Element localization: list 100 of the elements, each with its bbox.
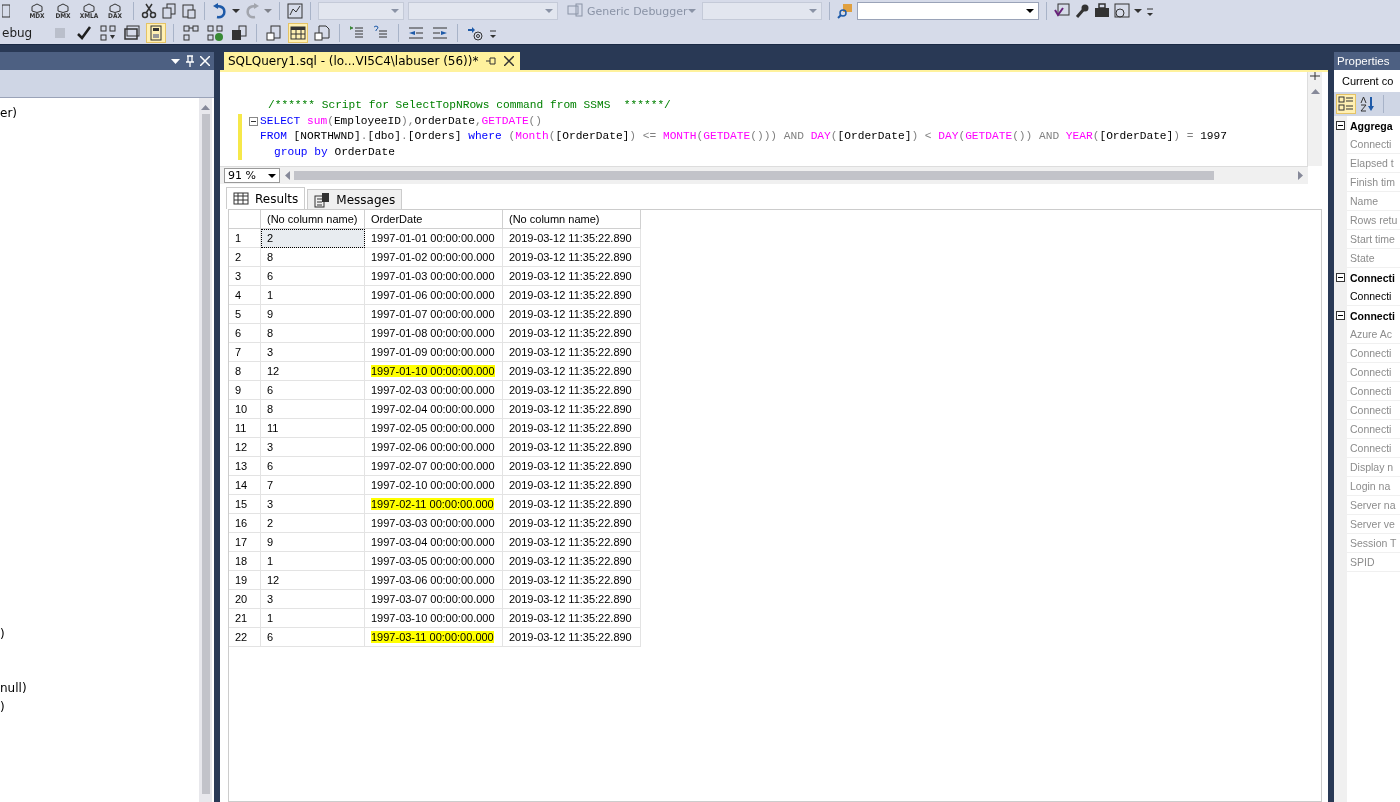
tree-item[interactable]: ) <box>0 697 199 716</box>
message-icon <box>314 191 331 208</box>
table-cell: 2019-03-12 11:35:22.890 <box>503 248 641 267</box>
table-cell: 2019-03-12 11:35:22.890 <box>503 628 641 647</box>
scroll-right-icon[interactable] <box>1298 171 1304 180</box>
table-cell: 2019-03-12 11:35:22.890 <box>503 533 641 552</box>
table-cell: 3 <box>261 495 365 514</box>
caret-icon[interactable] <box>1134 9 1142 13</box>
table-cell: 2019-03-12 11:35:22.890 <box>503 457 641 476</box>
zoom-dropdown[interactable]: 91 % <box>224 168 280 183</box>
table-cell: 1997-01-01 00:00:00.000 <box>365 229 503 248</box>
search-dropdown[interactable] <box>857 2 1039 20</box>
undo-icon <box>212 3 228 19</box>
row-number: 18 <box>229 552 261 571</box>
table-cell: 1 <box>261 286 365 305</box>
table-cell: 3 <box>261 343 365 362</box>
caret-icon[interactable] <box>232 9 240 13</box>
tree-item[interactable]: null) <box>0 679 199 698</box>
scroll-left-icon[interactable] <box>284 171 290 180</box>
table-cell: 1997-02-03 00:00:00.000 <box>365 381 503 400</box>
table-cell: 2019-03-12 11:35:22.890 <box>503 324 641 343</box>
column-header[interactable]: (No column name) <box>503 210 641 229</box>
table-cell: 2019-03-12 11:35:22.890 <box>503 609 641 628</box>
toolbar-button[interactable] <box>288 23 309 43</box>
row-number: 7 <box>229 343 261 362</box>
grid-icon <box>233 190 249 207</box>
table-cell: 1997-02-04 00:00:00.000 <box>365 400 503 419</box>
table-cell: 7 <box>261 476 365 495</box>
row-number: 9 <box>229 381 261 400</box>
row-number: 4 <box>229 286 261 305</box>
dropdown-icon[interactable] <box>171 58 180 64</box>
property-category[interactable]: Connecti <box>1347 309 1395 322</box>
column-header[interactable]: OrderDate <box>365 210 503 229</box>
table-cell: 2019-03-12 11:35:22.890 <box>503 400 641 419</box>
toolbox-icon <box>1094 3 1110 19</box>
pin-icon[interactable] <box>486 57 497 65</box>
table-cell: 1997-03-04 00:00:00.000 <box>365 533 503 552</box>
document-icon <box>2 3 10 19</box>
toolbar-button[interactable] <box>312 23 333 43</box>
debug-label: ebug <box>2 26 33 40</box>
row-number: 2 <box>229 248 261 267</box>
table-cell: 2019-03-12 11:35:22.890 <box>503 419 641 438</box>
table-cell: 2019-03-12 11:35:22.890 <box>503 571 641 590</box>
cube-icon <box>109 2 121 13</box>
property-name[interactable]: Connecti <box>1347 287 1400 306</box>
table-cell: 2019-03-12 11:35:22.890 <box>503 438 641 457</box>
table-cell: 2019-03-12 11:35:22.890 <box>503 286 641 305</box>
row-number: 17 <box>229 533 261 552</box>
search-folder-icon <box>837 3 853 19</box>
check-icon <box>76 25 93 41</box>
grid-icon <box>290 25 307 41</box>
row-number: 21 <box>229 609 261 628</box>
table-cell: 1997-03-03 00:00:00.000 <box>365 514 503 533</box>
table-cell: 8 <box>261 248 365 267</box>
tree-item[interactable]: er) <box>0 104 199 123</box>
scrollbar[interactable] <box>199 98 212 802</box>
server-icon <box>231 25 248 41</box>
categorized-button[interactable] <box>1336 94 1356 114</box>
cube-icon <box>31 2 43 13</box>
table-cell: 1997-01-07 00:00:00.000 <box>365 305 503 324</box>
row-number: 6 <box>229 324 261 343</box>
toolbar-button[interactable] <box>229 23 250 43</box>
table-cell: 1997-02-11 00:00:00.000 <box>365 495 503 514</box>
results-tab[interactable]: Messages <box>307 189 403 209</box>
row-number: 3 <box>229 267 261 286</box>
scroll-up-icon[interactable] <box>1310 88 1320 94</box>
table-cell: 3 <box>261 438 365 457</box>
scrollbar[interactable] <box>294 171 1214 180</box>
overflow-icon <box>1146 5 1154 17</box>
debugger-dropdown[interactable]: Generic Debugger <box>562 2 698 20</box>
toolbar-button[interactable] <box>146 23 167 43</box>
tree-item[interactable]: ) <box>0 624 199 643</box>
table-cell: 1997-01-09 00:00:00.000 <box>365 343 503 362</box>
table-cell: 2019-03-12 11:35:22.890 <box>503 381 641 400</box>
table-cell: 2019-03-12 11:35:22.890 <box>503 362 641 381</box>
property-category[interactable]: Aggrega <box>1347 119 1393 132</box>
property-category[interactable]: Connecti <box>1347 271 1395 284</box>
toolbar-button[interactable] <box>122 23 143 43</box>
table-cell: 1997-01-06 00:00:00.000 <box>365 286 503 305</box>
close-icon[interactable] <box>504 56 515 66</box>
code-line: FROM [NORTHWND].[dbo].[Orders] where (Month([OrderDate]) <= MONTH(GETDATE())) AND DAY([OrderDate]) < DAY(GETDATE()) AND YEAR([OrderDate]) = 1997 <box>260 129 1227 144</box>
document-tab[interactable]: SQLQuery1.sql - (lo...VI5C4\labuser (56))* <box>224 52 521 70</box>
table-cell: 1997-01-03 00:00:00.000 <box>365 267 503 286</box>
table-cell: 2019-03-12 11:35:22.890 <box>503 495 641 514</box>
results-tab[interactable]: Results <box>226 187 306 209</box>
row-number: 14 <box>229 476 261 495</box>
table-cell: 8 <box>261 400 365 419</box>
sort-az-icon <box>1360 96 1376 112</box>
object-selector[interactable]: Current co <box>1334 70 1400 92</box>
table-cell: 2019-03-12 11:35:22.890 <box>503 305 641 324</box>
row-number: 10 <box>229 400 261 419</box>
table-cell: 1997-01-02 00:00:00.000 <box>365 248 503 267</box>
document-icon <box>266 25 283 41</box>
table-cell: 1997-02-07 00:00:00.000 <box>365 457 503 476</box>
table-cell: 1997-01-10 00:00:00.000 <box>365 362 503 381</box>
code-line: group by OrderDate <box>273 144 395 160</box>
panel-title: Properties <box>1334 52 1400 70</box>
visual-studio-icon <box>1054 3 1070 19</box>
scrollbar[interactable] <box>1307 72 1322 166</box>
scroll-up-icon[interactable] <box>201 104 210 112</box>
